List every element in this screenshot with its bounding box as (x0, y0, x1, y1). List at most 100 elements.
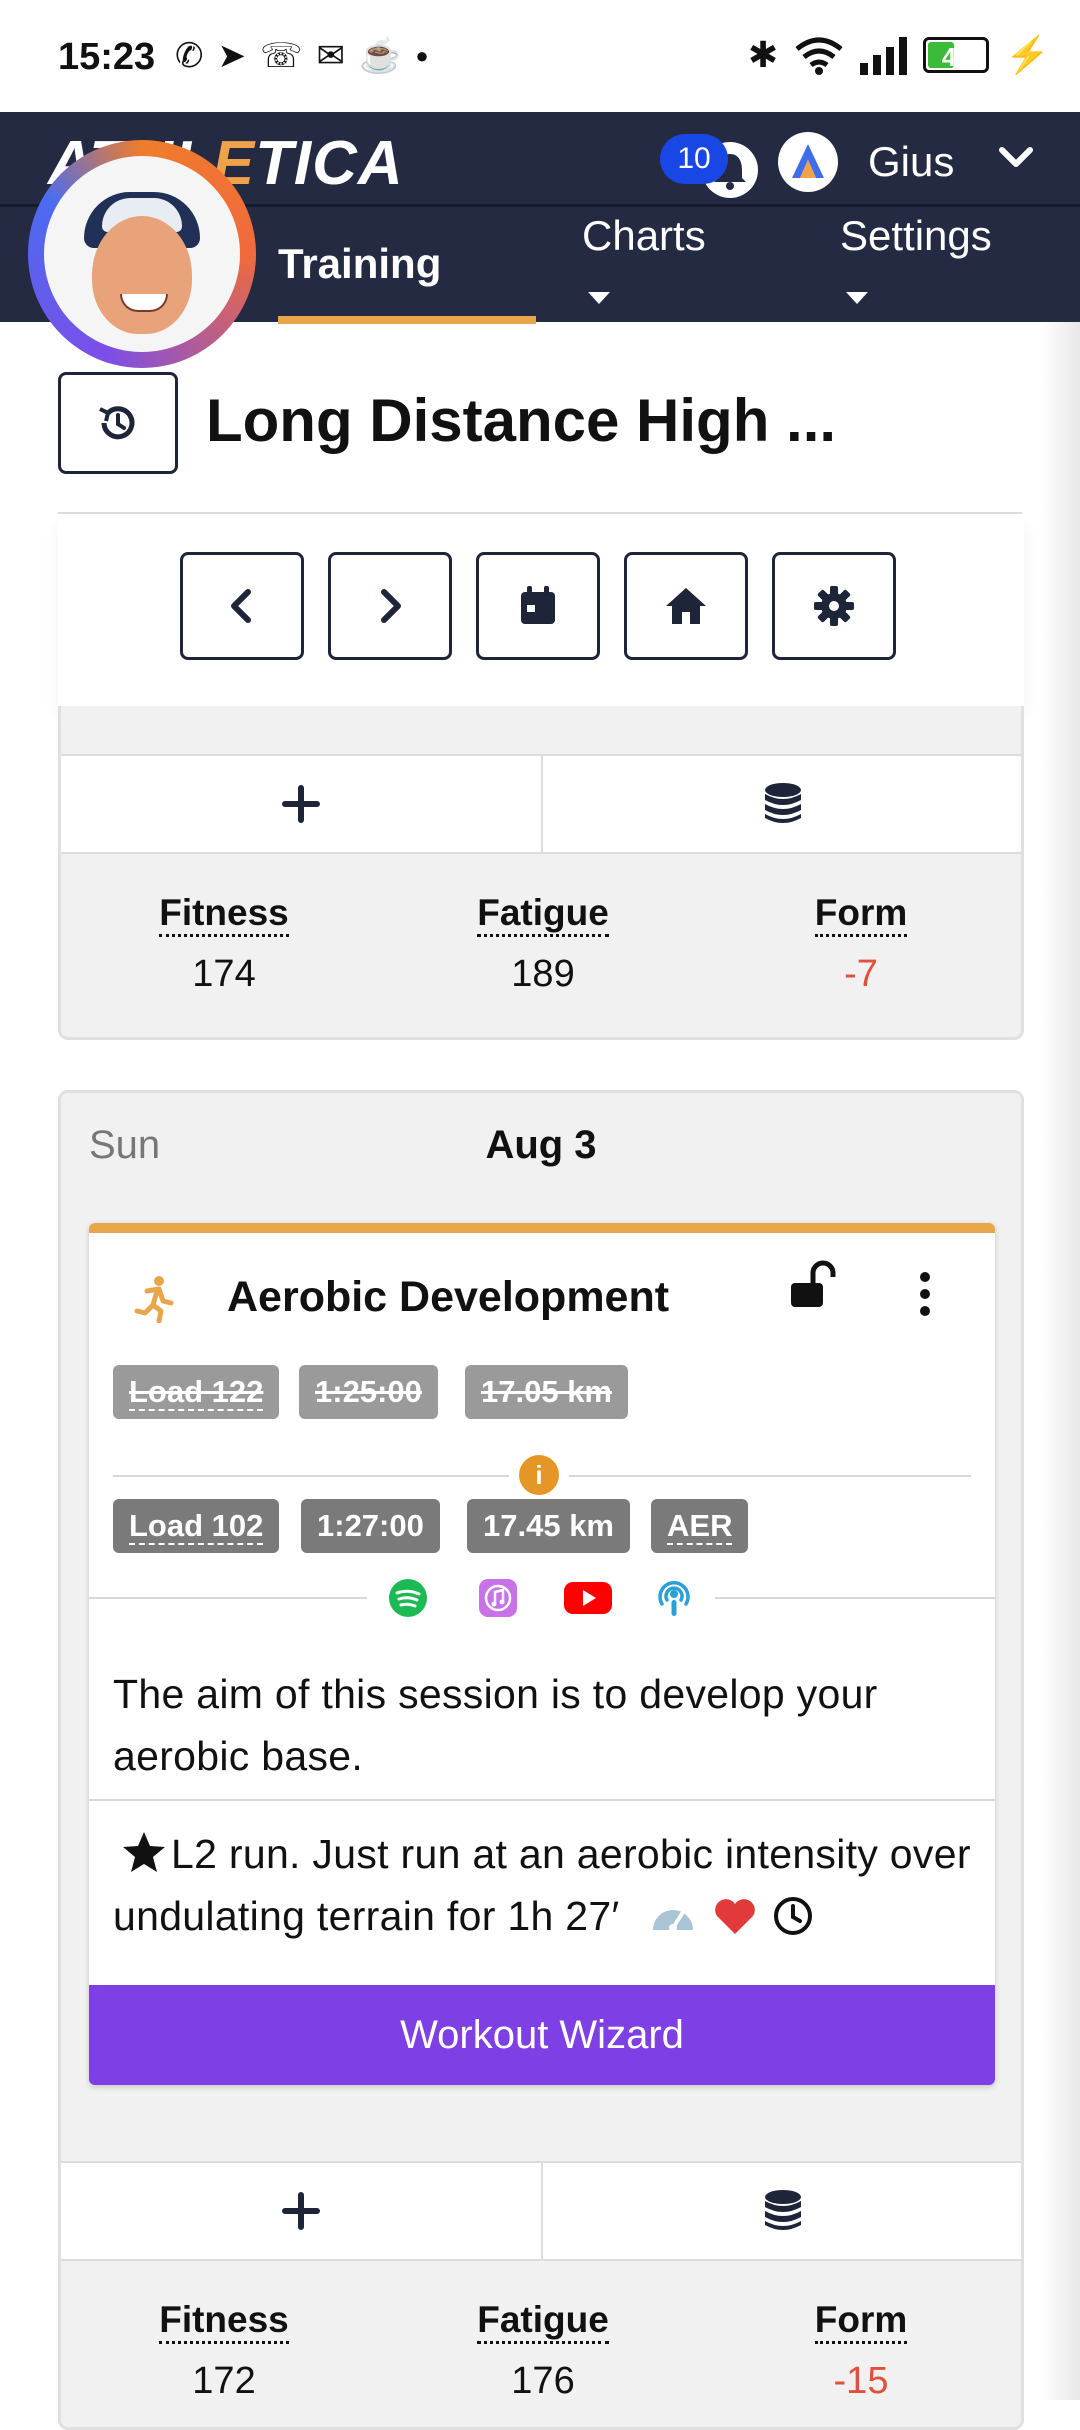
notifications-button[interactable]: 10 (660, 134, 760, 204)
home-icon (666, 588, 706, 624)
podcast-icon[interactable] (653, 1577, 695, 1619)
database-icon (765, 2190, 801, 2230)
charts-caret-icon[interactable] (588, 292, 610, 304)
form-label[interactable]: Form (814, 892, 908, 937)
workout-description: The aim of this session is to develop yo… (113, 1671, 878, 1779)
day-header: Sun Aug 3 (61, 1093, 1021, 1193)
fatigue-metric: Fatigue 189 (433, 892, 653, 996)
system-icons: ✱ 49 ⚡ (748, 34, 1050, 76)
fitness-value: 172 (192, 2360, 256, 2402)
plus-icon (282, 785, 320, 823)
workout-steps: L2 run. Just run at an aerobic intensity… (113, 1823, 971, 1947)
previous-button[interactable] (180, 552, 304, 660)
settings-button[interactable] (772, 552, 896, 660)
app-notification-icon: ☕ (359, 37, 402, 75)
form-value: -15 (833, 2360, 889, 2402)
fatigue-metric: Fatigue 176 (433, 2299, 653, 2403)
plus-icon (282, 2192, 320, 2230)
day-actions (61, 2161, 1021, 2261)
unlock-icon[interactable] (789, 1259, 841, 1311)
clock-icon[interactable] (773, 1896, 813, 1936)
tab-charts[interactable]: Charts (582, 212, 706, 260)
home-button[interactable] (624, 552, 748, 660)
calendar-button[interactable] (476, 552, 600, 660)
fitness-label[interactable]: Fitness (159, 892, 289, 937)
actual-load-chip[interactable]: Load 102 (113, 1499, 280, 1553)
history-icon (99, 406, 135, 440)
form-value: -7 (844, 953, 878, 995)
notification-count-badge: 10 (660, 134, 728, 184)
itunes-icon[interactable] (477, 1577, 519, 1619)
calendar-icon (521, 586, 555, 624)
athletica-logo-icon (792, 144, 824, 178)
workout-title[interactable]: Aerobic Development (227, 1273, 669, 1322)
gear-icon (814, 586, 854, 626)
workout-wizard-button[interactable]: Workout Wizard (89, 1985, 995, 2085)
previous-day-card: Fitness 174 Fatigue 189 Form -7 (58, 706, 1024, 1040)
running-icon (134, 1276, 174, 1323)
planned-load-chip[interactable]: Load 122 (113, 1365, 280, 1419)
day-date: Aug 3 (485, 1123, 597, 1167)
more-dot-icon: ● (415, 43, 429, 68)
telegram-icon: ➤ (217, 37, 247, 75)
user-name[interactable]: Gius (868, 138, 954, 186)
star-icon (123, 1832, 165, 1872)
history-button[interactable] (58, 372, 178, 474)
user-avatar[interactable] (778, 132, 838, 192)
planned-distance-chip: 17.05 km (465, 1365, 628, 1419)
divider (58, 512, 1022, 514)
more-options-icon[interactable] (915, 1271, 935, 1317)
toolbar (58, 516, 1024, 706)
actual-distance-chip: 17.45 km (467, 1499, 630, 1553)
database-icon (765, 783, 801, 823)
scroll-edge (1040, 322, 1080, 2400)
database-button[interactable] (543, 2163, 1021, 2259)
whatsapp-icon: ✆ (175, 37, 204, 75)
charging-icon: ⚡ (1005, 34, 1050, 75)
workout-card[interactable]: Aerobic Development Load 122 1:25:00 17.… (89, 1223, 995, 2085)
profile-photo[interactable] (28, 140, 256, 368)
planned-duration-chip: 1:25:00 (299, 1365, 438, 1419)
fitness-label[interactable]: Fitness (159, 2299, 289, 2344)
missed-call-icon: ☏ (260, 37, 303, 75)
wifi-icon (795, 37, 843, 75)
fatigue-label[interactable]: Fatigue (477, 2299, 609, 2344)
fatigue-label[interactable]: Fatigue (477, 892, 609, 937)
fitness-metric: Fitness 174 (114, 892, 334, 996)
gmail-icon: ✉ (316, 37, 346, 75)
page-title: Long Distance High ... (206, 387, 837, 454)
chevron-right-icon (381, 589, 401, 623)
zone-chip[interactable]: AER (651, 1499, 749, 1553)
status-bar: 15:23 ✆ ➤ ☏ ✉ ☕ ● ✱ 49 ⚡ (0, 0, 1080, 112)
heart-icon[interactable] (713, 1896, 757, 1936)
youtube-icon[interactable] (563, 1577, 613, 1619)
form-metric: Form -7 (751, 892, 971, 996)
active-tab-indicator (278, 316, 536, 324)
info-icon[interactable]: i (519, 1455, 559, 1495)
fatigue-value: 189 (511, 953, 575, 995)
signal-icon (860, 35, 908, 75)
chevron-left-icon (231, 589, 251, 623)
actual-duration-chip: 1:27:00 (301, 1499, 440, 1553)
add-workout-button[interactable] (61, 756, 541, 852)
battery-level: 49 (941, 42, 971, 72)
status-time: 15:23 (58, 36, 156, 78)
battery-icon: 49 (923, 37, 990, 73)
form-label[interactable]: Form (814, 2299, 908, 2344)
tab-settings[interactable]: Settings (840, 212, 992, 260)
spotify-icon[interactable] (387, 1577, 429, 1619)
day-card: Sun Aug 3 Aerobic Development Load 122 1… (58, 1090, 1024, 2430)
database-button[interactable] (543, 756, 1021, 852)
day-actions (61, 754, 1021, 854)
tab-training[interactable]: Training (278, 240, 441, 288)
notification-icons: ✆ ➤ ☏ ✉ ☕ ● (175, 36, 429, 76)
fitness-value: 174 (192, 953, 256, 995)
workout-steps-text: L2 run. Just run at an aerobic intensity… (113, 1831, 971, 1939)
fatigue-value: 176 (511, 2360, 575, 2402)
settings-caret-icon[interactable] (846, 292, 868, 304)
add-workout-button[interactable] (61, 2163, 541, 2259)
chevron-down-icon[interactable] (996, 142, 1036, 172)
bluetooth-icon: ✱ (748, 34, 779, 75)
speedometer-icon[interactable] (649, 1896, 697, 1936)
next-button[interactable] (328, 552, 452, 660)
